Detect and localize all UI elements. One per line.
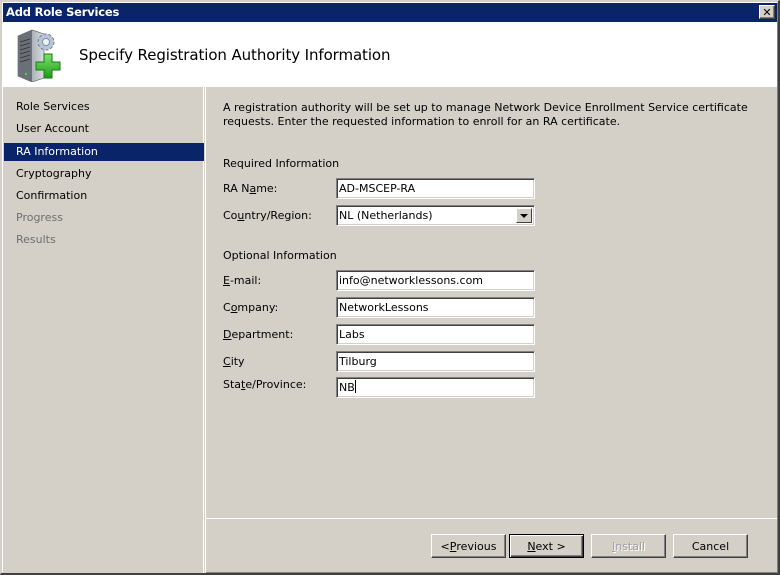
optional-information-heading: Optional Information xyxy=(223,249,337,262)
previous-button[interactable]: < Previous xyxy=(431,534,506,558)
description-text: A registration authority will be set up … xyxy=(223,101,748,128)
state-province-label: State/Province: xyxy=(223,378,307,391)
company-input[interactable]: NetworkLessons xyxy=(336,297,535,318)
country-region-label: Country/Region: xyxy=(223,209,312,222)
close-button[interactable]: ✕ xyxy=(759,5,775,19)
email-input[interactable]: info@networklessons.com xyxy=(336,270,535,291)
department-label: Department: xyxy=(223,328,294,341)
ra-name-label: RA Name: xyxy=(223,182,278,195)
window-title: Add Role Services xyxy=(6,5,120,19)
company-label: Company: xyxy=(223,301,279,314)
department-input[interactable]: Labs xyxy=(336,324,535,345)
title-bar[interactable]: Add Role Services ✕ xyxy=(3,3,777,22)
sidebar-item-label: RA Information xyxy=(16,145,98,158)
country-region-select[interactable]: NL (Netherlands) xyxy=(336,205,535,226)
next-button[interactable]: Next > xyxy=(509,534,584,558)
add-role-services-window: Add Role Services ✕ Specify Registration… xyxy=(0,0,780,575)
text-caret xyxy=(354,380,356,393)
install-button: Install xyxy=(591,534,666,558)
email-label: E-mail: xyxy=(223,274,262,287)
state-province-input[interactable]: NB xyxy=(336,377,535,398)
city-input[interactable]: Tilburg xyxy=(336,351,535,372)
sidebar-item-label: Progress xyxy=(16,211,63,224)
sidebar-item-label: Results xyxy=(16,233,56,246)
sidebar-item-progress: Progress xyxy=(4,209,204,227)
city-label: City xyxy=(223,355,245,368)
sidebar-item-results: Results xyxy=(4,231,204,249)
wizard-steps-sidebar: Role Services User Account RA Informatio… xyxy=(3,87,204,573)
cancel-button[interactable]: Cancel xyxy=(673,534,748,558)
sidebar-item-ra-information[interactable]: RA Information xyxy=(4,143,204,161)
footer-divider xyxy=(206,518,777,520)
dropdown-button[interactable] xyxy=(516,208,532,223)
sidebar-item-label: User Account xyxy=(16,122,89,135)
sidebar-item-confirmation[interactable]: Confirmation xyxy=(4,187,204,205)
ra-name-input[interactable]: AD-MSCEP-RA xyxy=(336,178,535,199)
page-title: Specify Registration Authority Informati… xyxy=(79,46,391,64)
wizard-header: Specify Registration Authority Informati… xyxy=(3,22,777,87)
sidebar-item-user-account[interactable]: User Account xyxy=(4,120,204,138)
close-x-icon: ✕ xyxy=(762,5,772,19)
required-information-heading: Required Information xyxy=(223,157,340,170)
sidebar-item-role-services[interactable]: Role Services xyxy=(4,98,204,116)
sidebar-item-label: Role Services xyxy=(16,100,90,113)
sidebar-item-label: Cryptography xyxy=(16,167,92,180)
server-gear-add-icon xyxy=(17,29,61,82)
ra-information-panel: A registration authority will be set up … xyxy=(206,87,777,517)
sidebar-item-label: Confirmation xyxy=(16,189,88,202)
sidebar-item-cryptography[interactable]: Cryptography xyxy=(4,165,204,183)
chevron-down-icon xyxy=(520,213,528,218)
